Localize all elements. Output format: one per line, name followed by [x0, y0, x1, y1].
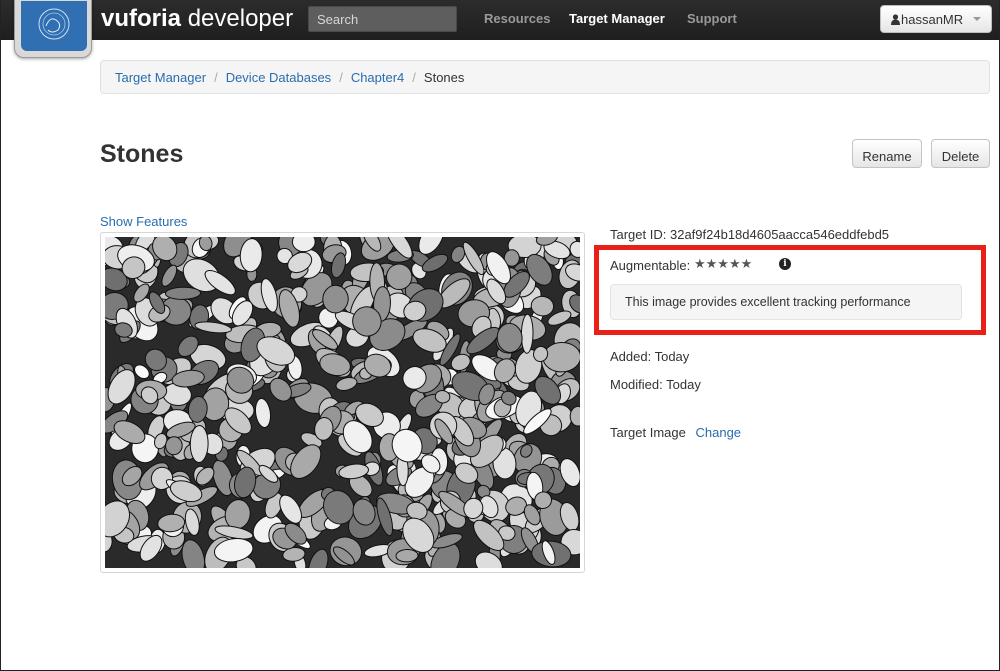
username-label: hassanMR — [901, 12, 964, 27]
user-icon — [891, 14, 900, 25]
added-row: Added: Today — [610, 349, 689, 364]
augmentable-label: Augmentable: — [610, 258, 691, 273]
target-image-row: Target Image Change — [610, 425, 741, 440]
modified-row: Modified: Today — [610, 377, 701, 392]
brand-title[interactable]: vuforia developer — [101, 5, 293, 33]
rating-stars: ★★★★★ — [694, 256, 753, 271]
page-title: Stones — [100, 140, 184, 168]
show-features-link[interactable]: Show Features — [100, 214, 187, 229]
nav-target-manager[interactable]: Target Manager — [569, 11, 665, 26]
target-image-frame — [100, 232, 585, 573]
target-image-label: Target Image — [610, 425, 686, 440]
top-navbar: vuforia developer Resources Target Manag… — [0, 0, 1000, 58]
logo-emblem-icon — [38, 8, 70, 40]
vuforia-logo-icon[interactable] — [14, 0, 92, 58]
tracking-message: This image provides excellent tracking p… — [610, 284, 962, 320]
breadcrumb-target-manager[interactable]: Target Manager — [115, 70, 206, 85]
change-image-link[interactable]: Change — [696, 425, 742, 440]
delete-button[interactable]: Delete — [931, 139, 990, 168]
added-value: Today — [654, 349, 690, 364]
breadcrumb-separator: / — [214, 70, 218, 85]
caret-down-icon — [973, 17, 981, 21]
modified-label: Modified: — [610, 377, 663, 392]
breadcrumb-separator: / — [412, 70, 416, 85]
rename-button[interactable]: Rename — [852, 139, 922, 168]
logo-badge — [21, 1, 87, 51]
added-label: Added: — [610, 349, 652, 364]
breadcrumb: Target Manager / Device Databases / Chapter4… — [100, 60, 990, 94]
target-id-row: Target ID: 32af9f24b18d4605aacca546eddfe… — [610, 227, 889, 242]
brand-light-text: developer — [187, 5, 294, 32]
modified-value: Today — [666, 377, 701, 392]
nav-resources[interactable]: Resources — [484, 11, 550, 26]
breadcrumb-separator: / — [339, 70, 343, 85]
search-input[interactable] — [308, 6, 457, 32]
breadcrumb-chapter4[interactable]: Chapter4 — [351, 70, 404, 85]
target-image — [105, 237, 580, 568]
nav-support[interactable]: Support — [687, 11, 737, 26]
user-menu-button[interactable]: hassanMR — [880, 5, 992, 33]
info-icon[interactable]: i — [779, 258, 791, 270]
target-id-label: Target ID: — [610, 227, 667, 242]
breadcrumb-device-databases[interactable]: Device Databases — [226, 70, 332, 85]
brand-bold-text: vuforia — [101, 5, 182, 32]
breadcrumb-current: Stones — [423, 70, 465, 85]
target-id-value: 32af9f24b18d4605aacca546eddfebd5 — [669, 227, 890, 242]
